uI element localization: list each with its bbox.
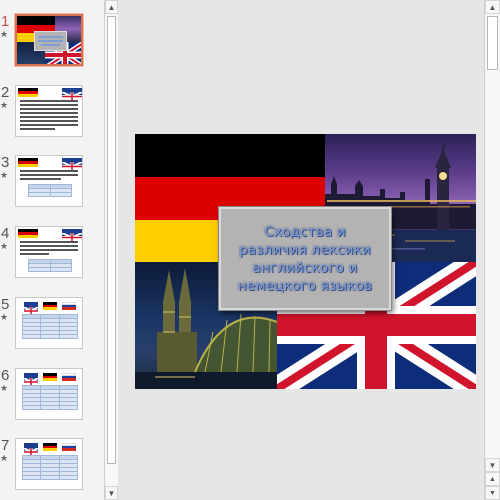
slide-number: 3 (1, 154, 10, 171)
table-mini (28, 259, 72, 272)
slide-number: 5 (1, 296, 10, 313)
table-mini (21, 385, 79, 410)
current-slide[interactable]: Сходства и различия лексики английского … (135, 134, 476, 389)
germany-flag-mini (18, 88, 38, 97)
thumbnail-row-1[interactable]: 1 ★ (0, 14, 104, 74)
title-box-mini (34, 31, 67, 51)
editor-scrollbar[interactable]: ▲ ▼ ▲ ▼ (484, 0, 500, 500)
thumbnail-row-5[interactable]: 5 ★ (0, 297, 104, 357)
thumbnail-row-4[interactable]: 4 ★ (0, 226, 104, 286)
uk-flag-mini (61, 158, 82, 172)
slide-number: 7 (1, 437, 10, 454)
germany-flag-mini (18, 158, 38, 167)
table-mini (21, 455, 79, 480)
uk-flag-mini (23, 373, 39, 387)
slide-number: 2 (1, 84, 10, 101)
title-line-3: английского и (252, 259, 358, 276)
up-arrow-icon[interactable]: ▲ (105, 0, 118, 14)
germany-flag-mini (43, 443, 57, 451)
slide-thumbnail-3[interactable] (15, 155, 83, 207)
uk-flag-mini (23, 443, 39, 457)
germany-flag-mini (43, 373, 57, 381)
animation-star-icon: ★ (0, 453, 9, 463)
text-block-mini (20, 170, 78, 182)
uk-flag-mini (61, 88, 82, 102)
slide-number: 4 (1, 225, 10, 242)
title-line-4: немецкого языков (237, 277, 373, 294)
slide-number: 6 (1, 367, 10, 384)
title-line-2: различия лексики (239, 241, 371, 258)
thumbnail-scrollbar[interactable]: ▲ ▼ (104, 0, 118, 500)
slide-title: Сходства и различия лексики английского … (238, 223, 372, 295)
slide-thumbnail-7[interactable] (15, 438, 83, 490)
animation-star-icon: ★ (0, 170, 9, 180)
down-arrow-icon[interactable]: ▼ (105, 486, 118, 500)
slide-number: 1 (1, 13, 10, 30)
down-arrow-icon[interactable]: ▼ (485, 458, 500, 472)
germany-flag-mini (18, 229, 38, 238)
slide-thumbnail-4[interactable] (15, 226, 83, 278)
scroll-thumb[interactable] (107, 16, 116, 464)
next-slide-icon[interactable]: ▼ (485, 486, 500, 500)
slide-thumbnail-6[interactable] (15, 368, 83, 420)
germany-flag-mini (43, 302, 57, 310)
slide-thumbnail-1[interactable] (15, 14, 83, 66)
powerpoint-window: 1 ★ 2 ★ 3 ★ 4 ★ 5 ★ 6 ★ 7 ★ ▲ ▼ Сходства… (0, 0, 500, 500)
russia-flag-mini (62, 302, 76, 310)
uk-flag-mini (61, 229, 82, 243)
text-block-mini (20, 241, 78, 257)
animation-star-icon: ★ (0, 29, 9, 39)
slide-title-box[interactable]: Сходства и различия лексики английского … (219, 207, 391, 310)
animation-star-icon: ★ (0, 383, 9, 393)
title-line-1: Сходства и (264, 223, 346, 240)
russia-flag-mini (62, 373, 76, 381)
text-block-mini (20, 100, 78, 132)
up-arrow-icon[interactable]: ▲ (485, 0, 500, 14)
uk-flag-mini (23, 302, 39, 316)
animation-star-icon: ★ (0, 100, 9, 110)
animation-star-icon: ★ (0, 312, 9, 322)
thumbnail-row-2[interactable]: 2 ★ (0, 85, 104, 145)
thumbnail-row-6[interactable]: 6 ★ (0, 368, 104, 428)
scroll-thumb[interactable] (487, 16, 498, 70)
slide-thumbnail-pane: 1 ★ 2 ★ 3 ★ 4 ★ 5 ★ 6 ★ 7 ★ (0, 0, 104, 500)
slide-editor-area: Сходства и различия лексики английского … (122, 0, 484, 500)
russia-flag-mini (62, 443, 76, 451)
animation-star-icon: ★ (0, 241, 9, 251)
thumbnail-row-3[interactable]: 3 ★ (0, 155, 104, 215)
thumbnail-row-7[interactable]: 7 ★ (0, 438, 104, 498)
slide-thumbnail-2[interactable] (15, 85, 83, 137)
slide-thumbnail-5[interactable] (15, 297, 83, 349)
previous-slide-icon[interactable]: ▲ (485, 472, 500, 486)
table-mini (28, 184, 72, 197)
table-mini (21, 314, 79, 339)
